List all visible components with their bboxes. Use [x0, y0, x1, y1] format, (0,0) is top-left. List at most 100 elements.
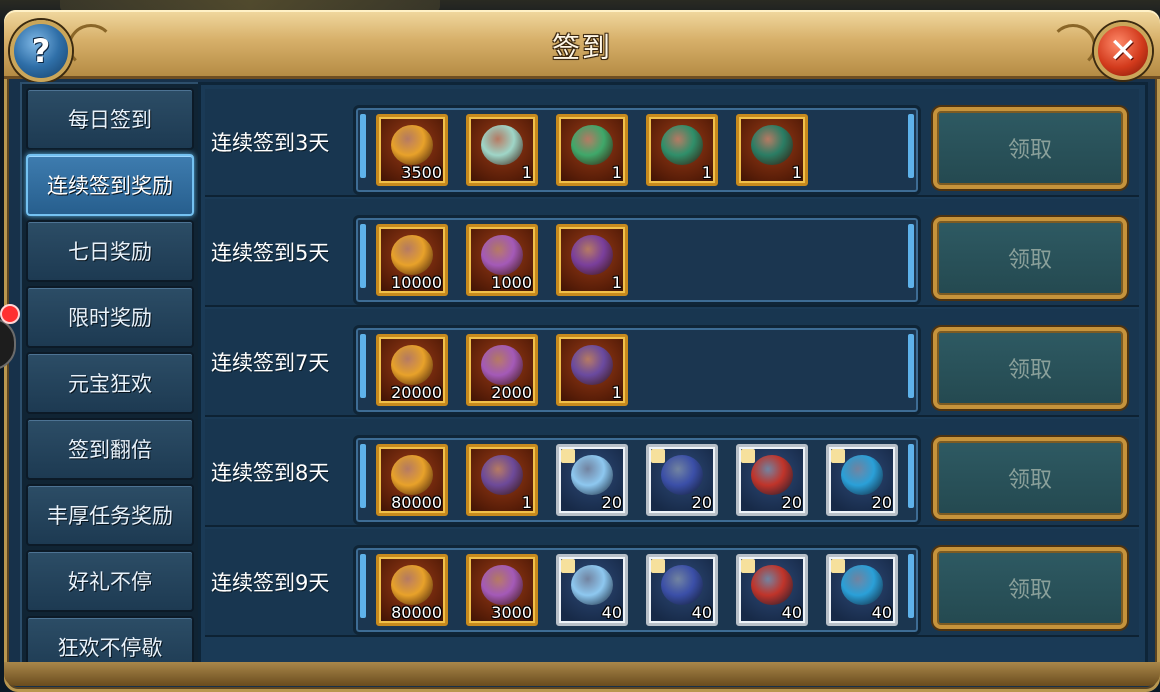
reward-item[interactable]: 40: [736, 554, 808, 626]
reward-item-quantity: 2000: [491, 383, 532, 402]
reward-item-quantity: 1: [521, 493, 532, 512]
reward-row-label: 连续签到8天: [211, 461, 330, 485]
sidebar-tab[interactable]: 签到翻倍: [26, 418, 194, 480]
close-icon: ✕: [1108, 31, 1138, 71]
window-title: 签到: [551, 31, 612, 64]
help-button[interactable]: ?: [10, 20, 72, 82]
ice-shard-fragment-icon: [571, 455, 613, 495]
fragment-badge-icon: [651, 449, 665, 463]
close-button[interactable]: ✕: [1094, 22, 1152, 80]
fragment-badge-icon: [831, 559, 845, 573]
reward-item-quantity: 20: [871, 493, 892, 512]
reward-item[interactable]: 20: [736, 444, 808, 516]
lightning-fragment-icon: [661, 455, 703, 495]
reward-list[interactable]: 连续签到3天 3500 1 1 1 1 领取 连续签到5天 10000 1000 1 领取 连续签到7天…: [198, 82, 1148, 668]
panel-edge: [908, 444, 914, 508]
gold-ingot-icon: [391, 565, 433, 605]
panel-edge: [908, 554, 914, 618]
sidebar-tab[interactable]: 元宝狂欢: [26, 352, 194, 414]
reward-item[interactable]: 3500: [376, 114, 448, 186]
claim-button[interactable]: 领取: [933, 217, 1127, 299]
blue-flame-fragment-icon: [841, 455, 883, 495]
reward-item[interactable]: 40: [646, 554, 718, 626]
reward-item[interactable]: 20: [826, 444, 898, 516]
reward-item-quantity: 1000: [491, 273, 532, 292]
sidebar-tab[interactable]: 好礼不停: [26, 550, 194, 612]
claim-button[interactable]: 领取: [933, 327, 1127, 409]
reward-item-quantity: 1: [521, 163, 532, 182]
reward-item-quantity: 40: [781, 603, 802, 622]
reward-item-quantity: 20: [781, 493, 802, 512]
fragment-badge-icon: [831, 449, 845, 463]
reward-item-quantity: 10000: [391, 273, 442, 292]
jade-bracelet-icon: [571, 125, 613, 165]
fragment-badge-icon: [741, 449, 755, 463]
reward-item-quantity: 1: [701, 163, 712, 182]
panel-edge: [360, 334, 366, 398]
purple-flower-icon: [481, 565, 523, 605]
reward-item-quantity: 1: [791, 163, 802, 182]
reward-item[interactable]: 10000: [376, 224, 448, 296]
reward-item[interactable]: 1: [556, 224, 628, 296]
claim-button[interactable]: 领取: [933, 547, 1127, 629]
reward-item[interactable]: 3000: [466, 554, 538, 626]
sidebar-tab[interactable]: 连续签到奖励: [26, 154, 194, 216]
purple-flower-icon: [481, 345, 523, 385]
reward-item-quantity: 1: [611, 273, 622, 292]
reward-item-quantity: 20: [691, 493, 712, 512]
reward-row: 连续签到8天 80000 1 20 20 20 20 领取: [205, 419, 1139, 527]
claim-button[interactable]: 领取: [933, 437, 1127, 519]
reward-item[interactable]: 20000: [376, 334, 448, 406]
reward-item[interactable]: 20: [556, 444, 628, 516]
sidebar-tab[interactable]: 限时奖励: [26, 286, 194, 348]
sidebar-tab[interactable]: 丰厚任务奖励: [26, 484, 194, 546]
purple-boot-icon: [481, 455, 523, 495]
reward-item-quantity: 40: [871, 603, 892, 622]
purple-mask-icon: [571, 345, 613, 385]
notification-dot-icon: [0, 304, 20, 324]
reward-item[interactable]: 80000: [376, 444, 448, 516]
fragment-badge-icon: [561, 559, 575, 573]
reward-item[interactable]: 1: [556, 114, 628, 186]
gold-ingot-icon: [391, 455, 433, 495]
reward-item[interactable]: 1: [556, 334, 628, 406]
reward-item-quantity: 20: [601, 493, 622, 512]
reward-item[interactable]: 1000: [466, 224, 538, 296]
title-bar: 签到: [4, 10, 1160, 79]
reward-items-panel: 20000 2000 1: [353, 325, 921, 415]
sidebar-tab[interactable]: 每日签到: [26, 88, 194, 150]
reward-item[interactable]: 1: [466, 444, 538, 516]
red-robe-fragment-icon: [751, 455, 793, 495]
reward-item[interactable]: 40: [826, 554, 898, 626]
question-mark-icon: ?: [31, 32, 51, 70]
reward-item-quantity: 3000: [491, 603, 532, 622]
gold-ingot-icon: [391, 235, 433, 275]
reward-item-quantity: 80000: [391, 603, 442, 622]
reward-item[interactable]: 2000: [466, 334, 538, 406]
panel-edge: [360, 114, 366, 178]
ice-shard-fragment-icon: [571, 565, 613, 605]
panel-edge: [908, 224, 914, 288]
panel-edge: [908, 334, 914, 398]
reward-row: 连续签到5天 10000 1000 1 领取: [205, 199, 1139, 307]
reward-row: 连续签到9天 80000 3000 40 40 40 40 领取: [205, 529, 1139, 637]
window-footer: [4, 662, 1160, 686]
claim-button[interactable]: 领取: [933, 107, 1127, 189]
reward-item[interactable]: 1: [466, 114, 538, 186]
jade-armor-icon: [661, 125, 703, 165]
fragment-badge-icon: [651, 559, 665, 573]
reward-item-quantity: 20000: [391, 383, 442, 402]
reward-item[interactable]: 1: [736, 114, 808, 186]
reward-row: 连续签到3天 3500 1 1 1 1 领取: [205, 89, 1139, 197]
gold-ingot-icon: [391, 125, 433, 165]
reward-item[interactable]: 80000: [376, 554, 448, 626]
reward-item-quantity: 40: [601, 603, 622, 622]
sidebar-tab[interactable]: 七日奖励: [26, 220, 194, 282]
fragment-badge-icon: [561, 449, 575, 463]
reward-item-quantity: 3500: [401, 163, 442, 182]
reward-item[interactable]: 40: [556, 554, 628, 626]
reward-item-quantity: 1: [611, 383, 622, 402]
reward-item[interactable]: 1: [646, 114, 718, 186]
reward-item[interactable]: 20: [646, 444, 718, 516]
red-robe-fragment-icon: [751, 565, 793, 605]
